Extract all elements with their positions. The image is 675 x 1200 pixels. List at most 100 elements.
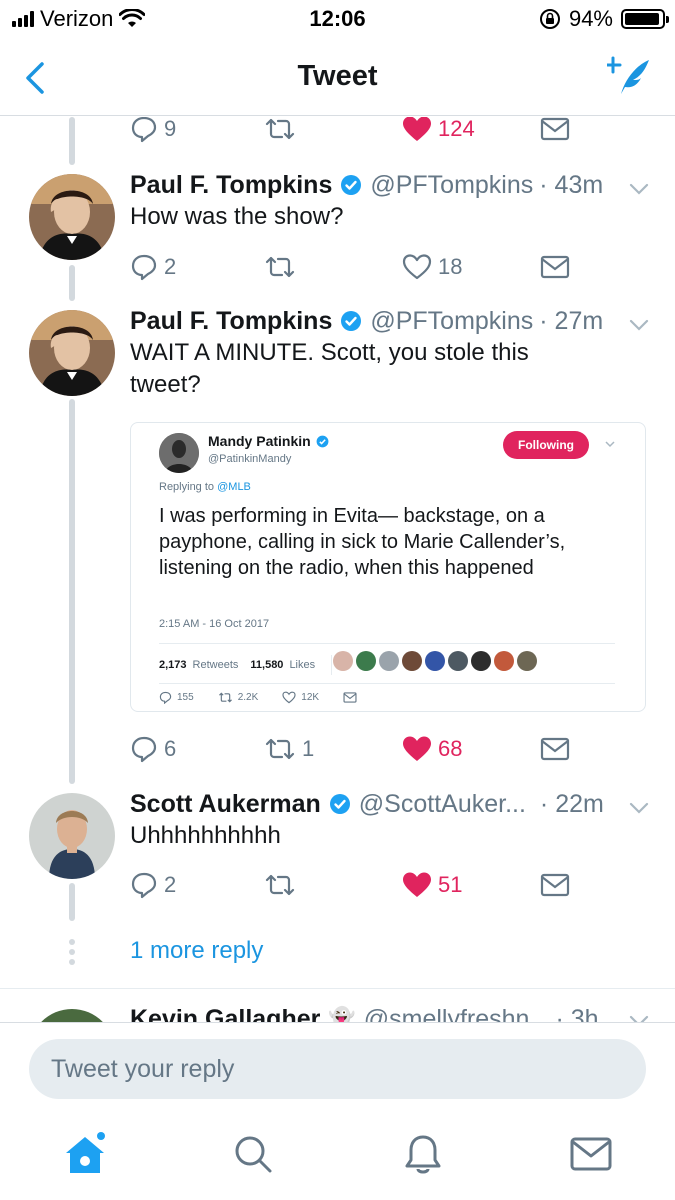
display-name[interactable]: Paul F. Tompkins: [130, 307, 332, 336]
chevron-down-icon[interactable]: [627, 796, 651, 820]
replying-to-handle[interactable]: @MLB: [217, 481, 251, 493]
user-handle[interactable]: @smellyfreshn: [364, 1005, 530, 1023]
user-handle[interactable]: @PFTompkins: [370, 307, 533, 336]
thread-line: [69, 117, 75, 165]
user-handle[interactable]: @PFTompkins: [370, 171, 533, 200]
chevron-down-icon[interactable]: [627, 1009, 651, 1022]
divider: [159, 683, 615, 684]
display-name[interactable]: Kevin Gallagher: [130, 1005, 320, 1023]
reply-input[interactable]: [29, 1039, 646, 1099]
tab-notifications[interactable]: [398, 1129, 448, 1179]
thread-line: [69, 883, 75, 921]
tweet-timestamp: · 27m: [539, 306, 604, 335]
reply-button[interactable]: 2: [130, 249, 176, 285]
mail-icon: [540, 873, 570, 897]
ghost-emoji-icon: 👻: [328, 1006, 356, 1022]
display-name[interactable]: Scott Aukerman: [130, 790, 321, 819]
reply-icon: [159, 691, 172, 704]
retweet-icon: [265, 256, 295, 278]
tab-search[interactable]: [228, 1129, 278, 1179]
reply-button[interactable]: 9: [130, 117, 176, 147]
reply-count: 9: [164, 117, 177, 141]
embed-likes-label: Likes: [289, 659, 316, 671]
mail-icon: [540, 117, 570, 141]
retweet-icon: [265, 874, 295, 896]
chevron-down-icon[interactable]: [627, 177, 651, 201]
reply-count: 2: [164, 872, 177, 897]
avatar[interactable]: [29, 1009, 115, 1022]
like-count: 18: [438, 254, 463, 279]
tweet-text: Uhhhhhhhhhh: [130, 822, 281, 849]
retweet-icon: [218, 692, 232, 703]
like-button[interactable]: 68: [402, 731, 462, 767]
divider: [0, 988, 675, 989]
divider: [331, 655, 333, 675]
reply-button[interactable]: 2: [130, 867, 176, 903]
share-button[interactable]: [540, 249, 570, 285]
heart-filled-icon: [403, 736, 431, 761]
reply-icon: [131, 117, 157, 143]
chevron-down-icon[interactable]: [627, 313, 651, 337]
search-icon: [235, 1136, 272, 1173]
conversation-feed[interactable]: 9 124 Paul F. Tompkins @PFTompkins · 43m…: [0, 117, 675, 1022]
heart-filled-icon: [403, 117, 431, 141]
embed-retweet-total: 2,173: [159, 659, 187, 671]
tab-home[interactable]: [60, 1129, 110, 1179]
embed-retweets-label: Retweets: [192, 659, 239, 671]
liker-avatars: [333, 651, 537, 671]
thread-dots: [68, 939, 76, 969]
embed-tweet-text: I was performing in Evita— backstage, on…: [159, 505, 566, 579]
embed-actions: 155 2.2K 12K: [159, 691, 357, 704]
share-button[interactable]: [540, 731, 570, 767]
embed-avatar[interactable]: [159, 433, 199, 473]
verified-badge-icon: [329, 794, 350, 814]
embed-retweet-button[interactable]: 2.2K: [218, 691, 259, 704]
display-name[interactable]: Paul F. Tompkins: [130, 171, 332, 200]
reply-icon: [131, 254, 157, 281]
verified-badge-icon: [341, 175, 362, 195]
embed-reply-button[interactable]: 155: [159, 691, 194, 704]
divider: [159, 643, 615, 644]
retweet-button[interactable]: 1: [264, 731, 314, 767]
chevron-down-icon[interactable]: [603, 437, 617, 451]
tweet-text: WAIT A MINUTE. Scott, you stole this twe…: [130, 339, 529, 398]
share-button[interactable]: [540, 117, 570, 147]
avatar[interactable]: [29, 174, 115, 260]
verified-badge-icon: [316, 435, 329, 447]
tweet-timestamp: · 22m: [539, 789, 604, 818]
reply-button[interactable]: 6: [130, 731, 176, 767]
notifications-icon: [405, 1135, 441, 1174]
compose-tweet-icon[interactable]: [607, 56, 651, 98]
user-handle[interactable]: @ScottAuker...: [359, 790, 526, 819]
embed-retweet-count: 2.2K: [237, 692, 259, 703]
retweet-button[interactable]: [264, 249, 296, 285]
embedded-tweet-card[interactable]: Mandy Patinkin @PatinkinMandy Following …: [130, 422, 646, 712]
messages-icon: [570, 1137, 612, 1171]
avatar[interactable]: [29, 310, 115, 396]
retweet-button[interactable]: [264, 867, 296, 903]
like-button[interactable]: 124: [402, 117, 475, 147]
like-button[interactable]: 18: [402, 249, 462, 285]
rotation-lock-icon: [539, 9, 560, 29]
avatar[interactable]: [29, 793, 115, 879]
embed-display-name[interactable]: Mandy Patinkin: [208, 433, 311, 449]
like-count: 68: [438, 736, 463, 761]
battery-icon: [621, 9, 669, 29]
share-button[interactable]: [540, 867, 570, 903]
tweet-text: How was the show?: [130, 203, 344, 230]
retweet-button[interactable]: [264, 117, 296, 147]
retweet-icon: [265, 118, 295, 140]
more-replies-link[interactable]: 1 more reply: [130, 937, 263, 965]
reply-composer: [0, 1022, 675, 1115]
embed-share-button[interactable]: [343, 692, 357, 703]
like-button[interactable]: 51: [402, 867, 462, 903]
tweet-timestamp: · 3h: [555, 1004, 599, 1023]
following-button[interactable]: Following: [503, 431, 589, 459]
embed-stats: 2,173 Retweets 11,580 Likes: [159, 655, 342, 675]
embed-like-button[interactable]: 12K: [282, 691, 319, 704]
embed-handle[interactable]: @PatinkinMandy: [208, 453, 291, 465]
thread-line: [69, 265, 75, 301]
reply-icon: [131, 736, 157, 763]
tab-messages[interactable]: [566, 1129, 616, 1179]
reply-icon: [131, 872, 157, 899]
